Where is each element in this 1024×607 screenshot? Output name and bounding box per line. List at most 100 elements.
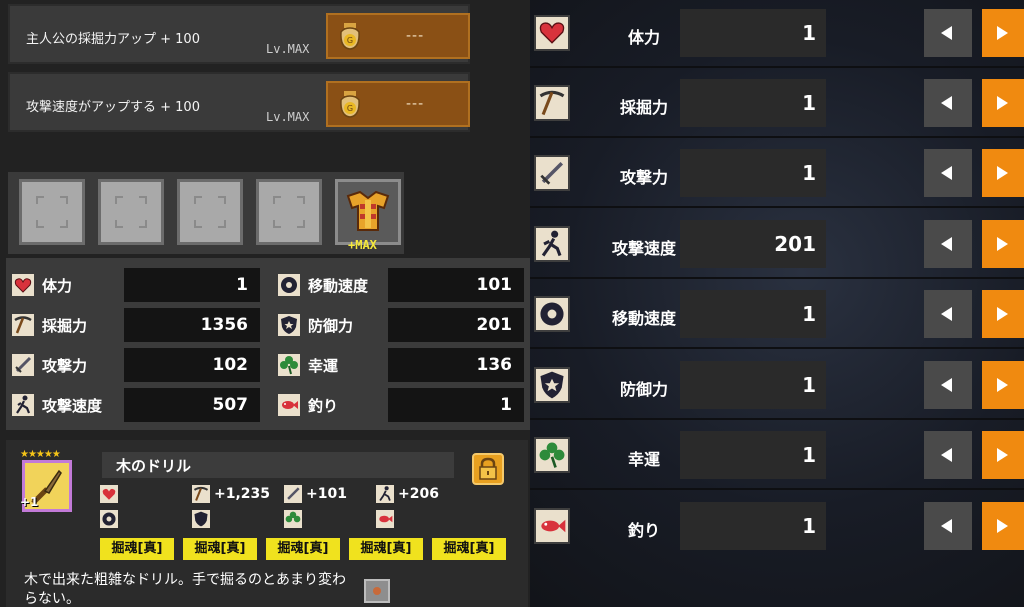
decrease-button[interactable] [924,9,972,57]
right-arrow-icon [997,96,1008,110]
increase-button[interactable] [982,502,1024,550]
pickaxe-icon [12,314,34,336]
item-bonus-fishing [376,510,456,530]
stat-row-fishing: 釣り 1 [272,386,530,422]
alloc-row-hp: 体力 1 [530,3,1024,63]
increase-button[interactable] [982,79,1024,127]
empty-equipment-slot[interactable] [256,179,322,245]
alloc-row-attack: 攻撃力 1 [530,143,1024,203]
alloc-value: 1 [802,443,816,467]
equipment-slot-bar [8,172,404,254]
shield-icon [534,367,570,403]
item-detail-panel: ★★★★★ +1 木のドリル +1,235 +101 +206 掘魂[真] 掘魂… [6,440,528,607]
item-bonus-move-speed [100,510,180,530]
sword-icon [534,155,570,191]
alloc-value-box: 1 [680,431,826,479]
rarity-stars: ★★★★★ [20,449,61,460]
right-arrow-icon [997,166,1008,180]
item-bonus-attack-speed: +206 [376,485,456,505]
alloc-row-defense: 防御力 1 [530,355,1024,415]
alloc-value: 201 [774,232,816,256]
soul-tag[interactable]: 掘魂[真] [183,538,257,560]
item-name-field: 木のドリル [102,452,454,478]
running-man-icon [12,394,34,416]
stat-value: 101 [476,275,513,295]
fish-icon [278,394,300,416]
increase-button[interactable] [982,9,1024,57]
svg-text:G: G [347,36,353,45]
pickaxe-icon [534,85,570,121]
alloc-value: 1 [802,161,816,185]
alloc-value: 1 [802,302,816,326]
stat-value: 136 [476,355,513,375]
pickaxe-icon [192,485,210,503]
empty-equipment-slot[interactable] [177,179,243,245]
stat-row-attack-speed: 攻撃速度 507 [6,386,264,422]
speed-wheel-icon [278,274,300,296]
alloc-value: 1 [802,91,816,115]
upgrade-level: Lv.MAX [266,110,310,124]
left-arrow-icon [941,237,952,251]
alloc-value-box: 1 [680,502,826,550]
decrease-button[interactable] [924,431,972,479]
stat-name: 幸運 [308,357,339,375]
soul-tag[interactable]: 掘魂[真] [432,538,506,560]
increase-button[interactable] [982,290,1024,338]
soul-tag[interactable]: 掘魂[真] [266,538,340,560]
decrease-button[interactable] [924,361,972,409]
stat-row-move-speed: 移動速度 101 [272,266,530,302]
divider [530,488,1024,490]
alloc-value-box: 1 [680,361,826,409]
item-action-button[interactable] [364,579,390,603]
running-man-icon [534,226,570,262]
padlock-icon [479,457,497,480]
decrease-button[interactable] [924,149,972,197]
alloc-row-fishing: 釣り 1 [530,496,1024,556]
heart-icon [12,274,34,296]
increase-button[interactable] [982,361,1024,409]
empty-equipment-slot[interactable] [98,179,164,245]
right-arrow-icon [997,237,1008,251]
left-arrow-icon [941,378,952,392]
decrease-button[interactable] [924,79,972,127]
increase-button[interactable] [982,149,1024,197]
armor-icon [346,190,390,231]
alloc-value: 1 [802,514,816,538]
empty-equipment-slot[interactable] [19,179,85,245]
upgrade-cost-button[interactable]: G --- [326,13,470,59]
svg-text:G: G [347,104,353,113]
fish-icon [534,508,570,544]
increase-button[interactable] [982,431,1024,479]
upgrade-row-mining: 主人公の採掘力アップ + 100 Lv.MAX G --- [8,4,470,64]
stat-name: 体力 [42,277,73,295]
decrease-button[interactable] [924,502,972,550]
lock-button[interactable] [472,453,504,485]
armor-equipment-slot[interactable] [335,179,401,245]
stat-value: 1 [500,395,512,415]
stat-value: 201 [476,315,513,335]
bonus-value: +206 [398,486,439,502]
left-arrow-icon [941,307,952,321]
upgrade-label: 主人公の採掘力アップ + 100 [26,32,200,47]
increase-button[interactable] [982,220,1024,268]
alloc-row-mining: 採掘力 1 [530,73,1024,133]
bonus-value: +1,235 [214,486,271,502]
soul-tag[interactable]: 掘魂[真] [100,538,174,560]
left-arrow-icon [941,96,952,110]
stat-name: 攻撃速度 [42,397,103,415]
shield-icon [278,314,300,336]
item-bonus-luck [284,510,364,530]
soul-tag[interactable]: 掘魂[真] [349,538,423,560]
decrease-button[interactable] [924,220,972,268]
stat-value: 1356 [200,315,248,335]
item-bonus-attack: +101 [284,485,364,505]
stat-row-mining: 採掘力 1356 [6,306,264,342]
upgrade-cost-button[interactable]: G --- [326,81,470,127]
clover-icon [278,354,300,376]
upgrade-cost-value: --- [406,96,425,112]
divider [530,136,1024,138]
running-man-icon [376,485,394,503]
stat-value: 102 [212,355,249,375]
decrease-button[interactable] [924,290,972,338]
right-arrow-icon [997,378,1008,392]
